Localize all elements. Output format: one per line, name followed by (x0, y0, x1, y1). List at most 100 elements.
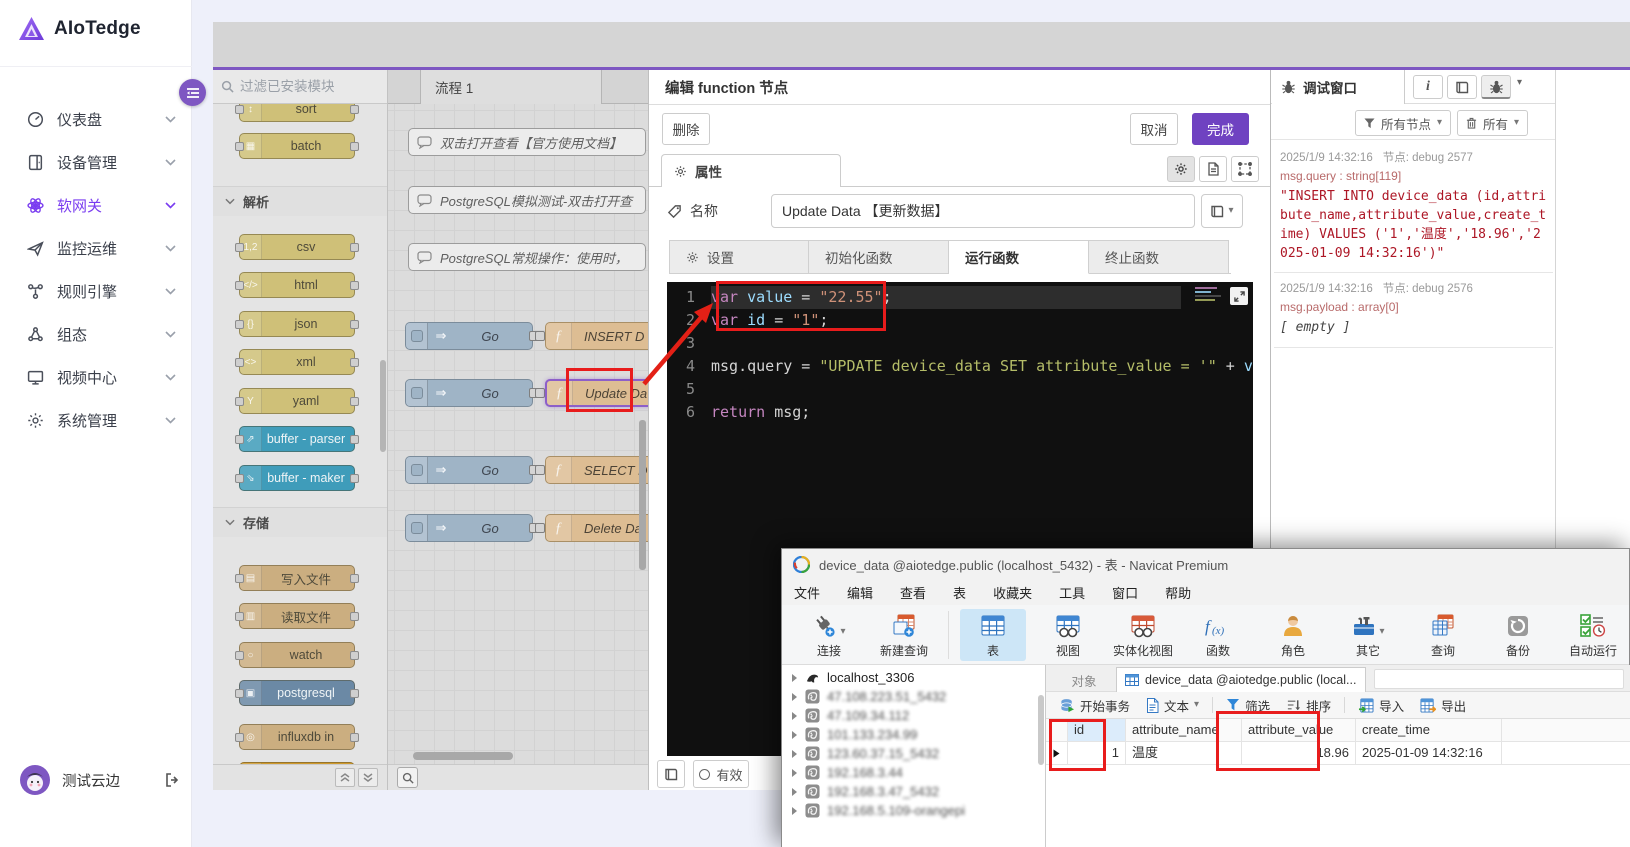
palette-node-batch[interactable]: ▦batch (239, 133, 355, 159)
filter-nodes-button[interactable]: 所有节点▾ (1355, 110, 1451, 136)
connection-192.168.3.44[interactable]: 192.168.3.44 (782, 763, 1045, 782)
library-footer-button[interactable] (657, 760, 685, 788)
navicat-tool-自动运行[interactable]: 自动运行 (1560, 609, 1626, 661)
node-enabled-toggle[interactable]: 有效 (693, 760, 749, 788)
palette-node-html[interactable]: </>html (239, 272, 355, 298)
navicat-tool-函数[interactable]: f(x)函数 (1185, 609, 1251, 661)
sidebar-item-3[interactable]: 软网关 (0, 184, 192, 227)
menu-窗口[interactable]: 窗口 (1112, 583, 1138, 602)
tab-objects[interactable]: 对象 (1056, 668, 1112, 692)
navicat-tool-表[interactable]: 表 (960, 609, 1026, 661)
navicat-title-bar[interactable]: device_data @aiotedge.public (localhost_… (782, 549, 1629, 579)
inject-node[interactable]: ⇒Go (405, 322, 533, 350)
grid-tool-文本[interactable]: 文本▾ (1140, 694, 1205, 716)
flow-tab[interactable]: 流程 1 (420, 70, 602, 104)
grid-tool-排序[interactable]: 排序 (1280, 694, 1337, 716)
menu-查看[interactable]: 查看 (900, 583, 926, 602)
canvas-vertical-scrollbar[interactable] (639, 420, 646, 570)
function-node-update-da[interactable]: ƒUpdate Da (545, 379, 648, 407)
tab-debug[interactable]: 调试窗口 (1272, 70, 1405, 104)
grid-tool-导出[interactable]: 导出 (1414, 694, 1472, 716)
menu-表[interactable]: 表 (953, 583, 966, 602)
connection-localhost_3306[interactable]: localhost_3306 (782, 668, 1045, 687)
zoom-search-icon[interactable] (397, 767, 418, 788)
inject-button[interactable] (406, 380, 428, 406)
navicat-tool-其它[interactable]: ▾其它 (1335, 609, 1401, 661)
selection-icon-button[interactable] (1231, 156, 1259, 182)
column-header-attribute_name[interactable]: attribute_name (1126, 719, 1242, 742)
clear-messages-button[interactable]: 所有▾ (1457, 110, 1528, 136)
connection-192.168.5.109-orangepi[interactable]: 192.168.5.109-orangepi (782, 801, 1045, 820)
navicat-tool-查询[interactable]: 查询 (1410, 609, 1476, 661)
navicat-tool-视图[interactable]: 视图 (1035, 609, 1101, 661)
palette-node-csv[interactable]: 1,2csv (239, 234, 355, 260)
function-node-insert-d[interactable]: ƒINSERT D (545, 322, 648, 350)
sidebar-item-5[interactable]: 规则引擎 (0, 270, 192, 313)
function-node-delete-da[interactable]: ƒDelete Da (545, 514, 648, 542)
palette-node-json[interactable]: {}json (239, 311, 355, 337)
tab-初始化函数[interactable]: 初始化函数 (809, 240, 949, 274)
palette-search[interactable] (213, 70, 388, 104)
flow-canvas[interactable]: 流程 1 双击打开查看【官方使用文档】PostgreSQL模拟测试-双击打开查P… (388, 70, 648, 790)
inject-button[interactable] (406, 515, 428, 541)
inject-button[interactable] (406, 323, 428, 349)
palette-group-header[interactable]: 解析 (213, 186, 387, 216)
sidebar-item-2[interactable]: 设备管理 (0, 141, 192, 184)
tab-properties[interactable]: 属性 (661, 154, 841, 187)
sidebar-item-4[interactable]: 监控运维 (0, 227, 192, 270)
inject-node[interactable]: ⇒Go (405, 379, 533, 407)
navicat-tool-新建查询[interactable]: 新建查询 (871, 609, 937, 661)
palette-node-postgresql[interactable]: ▣postgresql (239, 680, 355, 706)
menu-帮助[interactable]: 帮助 (1165, 583, 1191, 602)
tab-device-data-table[interactable]: device_data @aiotedge.public (local... (1116, 667, 1366, 692)
user-row[interactable]: 测试云边 (20, 765, 180, 795)
sidebar-item-6[interactable]: 组态 (0, 313, 192, 356)
inject-node[interactable]: ⇒Go (405, 456, 533, 484)
done-button[interactable]: 完成 (1192, 113, 1249, 145)
palette-node-写入文件[interactable]: ▤写入文件 (239, 565, 355, 591)
tab-终止函数[interactable]: 终止函数 (1089, 240, 1229, 274)
connection-123.60.37.15_5432[interactable]: 123.60.37.15_5432 (782, 744, 1045, 763)
menu-收藏夹[interactable]: 收藏夹 (993, 583, 1032, 602)
sidebar-item-8[interactable]: 系统管理 (0, 399, 192, 442)
palette-scrollbar[interactable] (380, 360, 386, 452)
debug-message[interactable]: 2025/1/9 14:32:16节点: debug 2577msg.query… (1274, 142, 1553, 273)
navicat-tool-连接[interactable]: ▾连接 (796, 609, 862, 661)
palette-node-watch[interactable]: ○watch (239, 642, 355, 668)
tree-scrollbar[interactable] (1038, 695, 1044, 765)
expand-editor-icon[interactable] (1230, 287, 1248, 305)
table-row[interactable]: 1温度18.962025-01-09 14:32:16 (1046, 742, 1630, 765)
table-filter-input[interactable] (1374, 669, 1624, 689)
comment-node[interactable]: PostgreSQL模拟测试-双击打开查 (408, 186, 646, 214)
palette-node-buffer - maker[interactable]: ⇘buffer - maker (239, 465, 355, 491)
connection-192.168.3.47_5432[interactable]: 192.168.3.47_5432 (782, 782, 1045, 801)
palette-node-读取文件[interactable]: ▥读取文件 (239, 603, 355, 629)
menu-文件[interactable]: 文件 (794, 583, 820, 602)
library-button[interactable]: ▾ (1201, 194, 1243, 228)
sidebar-collapse-button[interactable] (179, 79, 206, 106)
debug-messages-icon-button[interactable] (1481, 75, 1511, 99)
sidebar-item-7[interactable]: 视频中心 (0, 356, 192, 399)
description-icon-button[interactable] (1199, 156, 1227, 182)
column-header-create_time[interactable]: create_time (1356, 719, 1502, 742)
grid-tool-导入[interactable]: 导入 (1352, 694, 1410, 716)
help-icon-button[interactable] (1447, 75, 1477, 99)
grid-tool-开始事务[interactable]: 开始事务 (1054, 694, 1136, 716)
collapse-all-button[interactable] (335, 768, 355, 787)
logout-icon[interactable] (164, 772, 180, 788)
navicat-tool-备份[interactable]: 备份 (1485, 609, 1551, 661)
palette-node-yaml[interactable]: Yyaml (239, 388, 355, 414)
inject-node[interactable]: ⇒Go (405, 514, 533, 542)
node-settings-icon-button[interactable] (1167, 156, 1195, 182)
palette-node-buffer - parser[interactable]: ⇗buffer - parser (239, 426, 355, 452)
palette-node-xml[interactable]: <>xml (239, 349, 355, 375)
delete-button[interactable]: 删除 (662, 113, 710, 145)
tab-运行函数[interactable]: 运行函数 (949, 240, 1089, 274)
menu-编辑[interactable]: 编辑 (847, 583, 873, 602)
column-header-attribute_value[interactable]: attribute_value (1242, 719, 1356, 742)
canvas-horizontal-scrollbar[interactable] (413, 752, 513, 760)
comment-node[interactable]: 双击打开查看【官方使用文档】 (408, 128, 646, 156)
palette-search-input[interactable] (240, 79, 370, 94)
connection-47.108.223.51_5432[interactable]: 47.108.223.51_5432 (782, 687, 1045, 706)
connection-101.133.234.99[interactable]: 101.133.234.99 (782, 725, 1045, 744)
